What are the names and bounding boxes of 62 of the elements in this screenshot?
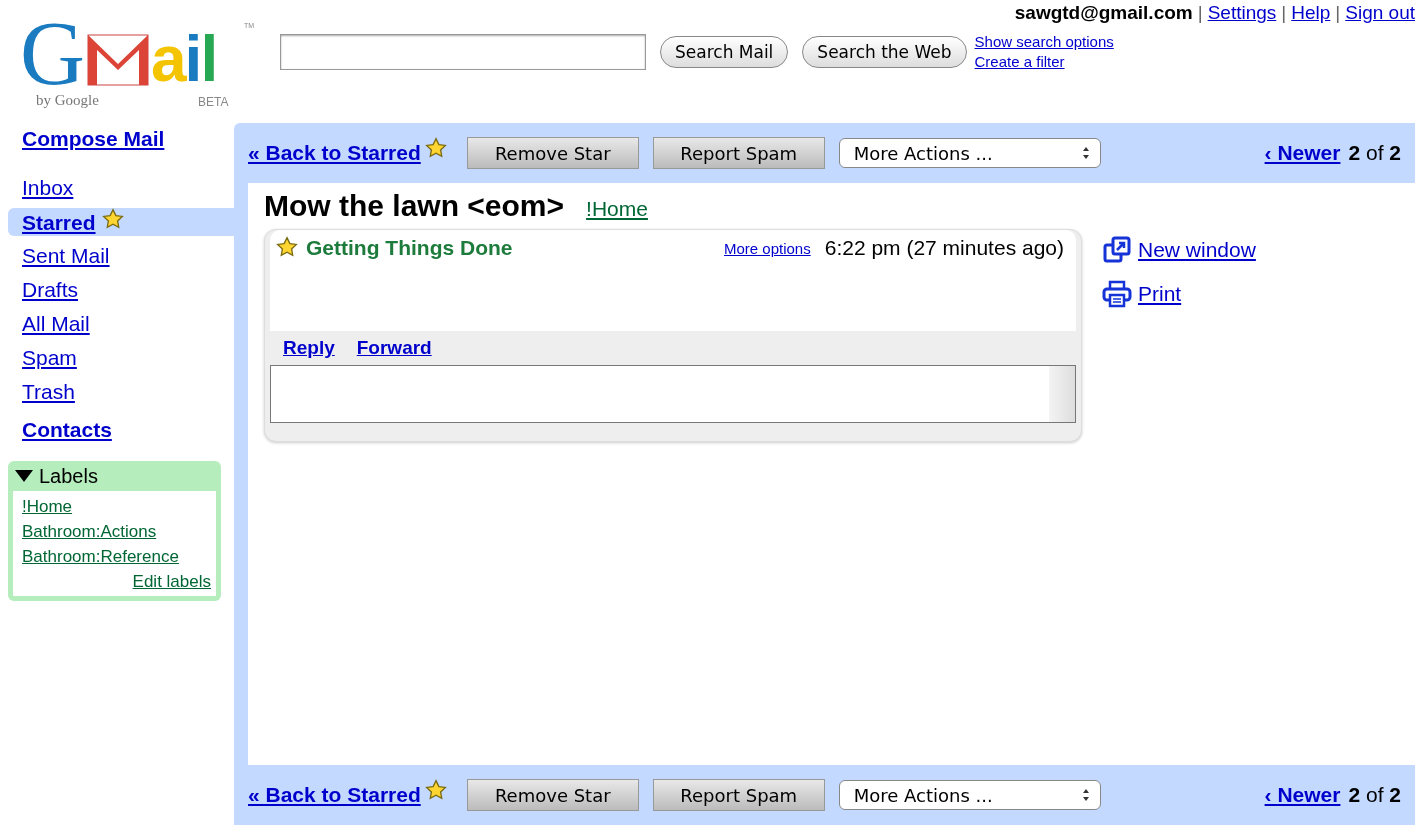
logo-byline: by Google — [36, 92, 99, 109]
folder-link[interactable]: Spam — [8, 344, 234, 372]
sender-name: Getting Things Done — [306, 236, 514, 260]
toolbar-button[interactable]: Remove Star — [466, 779, 639, 811]
back-link[interactable]: « Back to Starred — [248, 141, 421, 165]
page-count: 2 of 2 — [1348, 783, 1401, 807]
label-link[interactable]: !Home — [586, 197, 648, 221]
star-icon — [424, 137, 447, 159]
label-link[interactable]: !Home — [22, 494, 211, 519]
page-count: 2 of 2 — [1348, 141, 1401, 165]
message-action-link[interactable]: Forward — [356, 337, 432, 359]
folder-link[interactable]: Inbox — [8, 174, 234, 202]
star-icon — [424, 779, 447, 801]
new-window-icon — [1102, 235, 1132, 265]
folder-link[interactable]: Sent Mail — [8, 242, 234, 270]
reply-box[interactable] — [270, 365, 1076, 423]
folder-link[interactable]: Starred — [8, 208, 234, 236]
new-window-link[interactable]: New window — [1138, 238, 1256, 262]
printer-icon — [1102, 279, 1132, 309]
message-action-link[interactable]: Reply — [283, 337, 335, 359]
separator: | — [1197, 2, 1203, 23]
star-icon — [276, 236, 298, 258]
envelope-icon — [87, 34, 149, 86]
logo-letters: ail — [151, 24, 217, 94]
separator: | — [1335, 2, 1341, 23]
labels-title: Labels — [39, 464, 98, 488]
toolbar-button[interactable]: Remove Star — [466, 137, 639, 169]
toolbar-button[interactable]: Report Spam — [652, 779, 825, 811]
dropdown-arrows-icon — [1081, 146, 1090, 160]
account-email: sawgtd@gmail.com — [1014, 2, 1193, 23]
conversation-subject: Mow the lawn <eom> — [264, 189, 565, 223]
search-button[interactable]: Search Mail — [660, 36, 789, 68]
actions-dropdown[interactable]: More Actions ... — [838, 780, 1101, 810]
dropdown-arrows-icon — [1081, 788, 1090, 802]
star-icon — [101, 208, 124, 230]
compose-link[interactable]: Compose Mail — [0, 125, 234, 154]
header-link[interactable]: Help — [1291, 2, 1331, 23]
print-link[interactable]: Print — [1138, 282, 1182, 306]
more-options-link[interactable]: More options — [724, 240, 811, 257]
toolbar-button[interactable]: Report Spam — [652, 137, 825, 169]
collapse-triangle-icon[interactable] — [15, 470, 33, 482]
search-field[interactable] — [280, 34, 646, 70]
header-link[interactable]: Sign out — [1345, 2, 1415, 23]
label-link[interactable]: Bathroom:Actions — [22, 519, 211, 544]
search-link[interactable]: Show search options — [974, 32, 1114, 52]
back-link[interactable]: « Back to Starred — [248, 783, 421, 807]
search-link[interactable]: Create a filter — [974, 52, 1114, 72]
edit-labels-link[interactable]: Edit labels — [132, 569, 211, 594]
logo-letter: G — [20, 14, 85, 94]
newer-link[interactable]: ‹ Newer — [1264, 141, 1341, 165]
actions-dropdown[interactable]: More Actions ... — [838, 138, 1101, 168]
message-time: 6:22 pm (27 minutes ago) — [824, 236, 1064, 260]
folder-link[interactable]: Drafts — [8, 276, 234, 304]
contacts-link[interactable]: Contacts — [0, 416, 234, 445]
header-link[interactable]: Settings — [1207, 2, 1277, 23]
folder-link[interactable]: Trash — [8, 378, 234, 406]
search-button[interactable]: Search the Web — [802, 36, 967, 68]
newer-link[interactable]: ‹ Newer — [1264, 783, 1341, 807]
label-link[interactable]: Bathroom:Reference — [22, 544, 211, 569]
separator: | — [1281, 2, 1287, 23]
beta-tag: BETA — [198, 95, 229, 109]
folder-link[interactable]: All Mail — [8, 310, 234, 338]
